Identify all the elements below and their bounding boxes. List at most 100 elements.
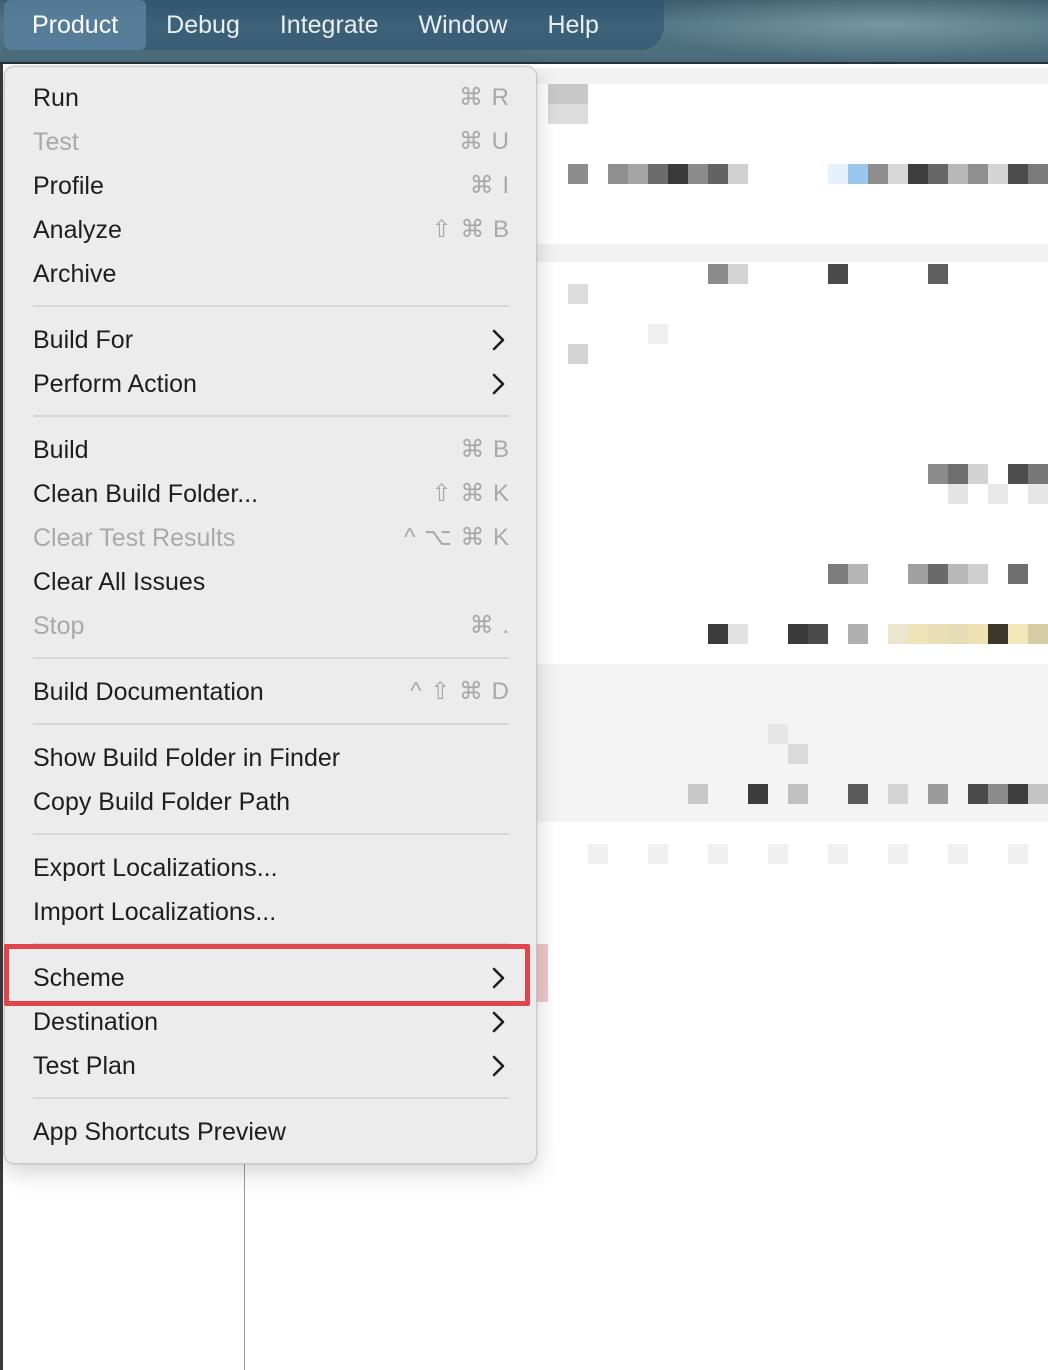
menu-bar-items: Product Debug Integrate Window Help bbox=[4, 0, 664, 50]
obscured-pixel bbox=[688, 164, 708, 184]
menu-window[interactable]: Window bbox=[399, 0, 528, 50]
obscured-pixel bbox=[568, 284, 588, 304]
pane-divider bbox=[244, 1164, 245, 1370]
menu-item-label: Clear Test Results bbox=[33, 524, 236, 552]
obscured-pixel bbox=[548, 84, 588, 104]
obscured-pixel bbox=[788, 744, 808, 764]
menu-item-label: Show Build Folder in Finder bbox=[33, 744, 341, 772]
menu-help[interactable]: Help bbox=[527, 0, 618, 50]
menu-item-import-localizations[interactable]: Import Localizations... bbox=[5, 890, 536, 934]
menu-item-analyze[interactable]: Analyze ⇧ ⌘ B bbox=[5, 208, 536, 252]
obscured-pixel bbox=[968, 164, 988, 184]
obscured-pixel bbox=[728, 624, 748, 644]
obscured-pixel bbox=[848, 624, 868, 644]
selection-bleed bbox=[536, 944, 548, 1002]
menu-item-build-for[interactable]: Build For bbox=[5, 318, 536, 362]
shortcut-label: ⌘ I bbox=[469, 172, 510, 199]
menu-separator bbox=[33, 657, 509, 659]
obscured-pixel bbox=[928, 624, 948, 644]
obscured-pixel bbox=[768, 724, 788, 744]
obscured-pixel bbox=[568, 164, 588, 184]
obscured-pixel bbox=[788, 784, 808, 804]
obscured-pixel bbox=[748, 784, 768, 804]
menu-item-clear-all-issues[interactable]: Clear All Issues bbox=[5, 560, 536, 604]
menu-item-destination[interactable]: Destination bbox=[5, 1000, 536, 1044]
menu-item-build[interactable]: Build ⌘ B bbox=[5, 428, 536, 472]
obscured-pixel bbox=[968, 784, 988, 804]
menu-item-show-build-folder[interactable]: Show Build Folder in Finder bbox=[5, 736, 536, 780]
obscured-pixel bbox=[648, 324, 668, 344]
obscured-pixel bbox=[988, 624, 1008, 644]
shortcut-label: ⌘ R bbox=[459, 84, 510, 111]
obscured-pixel bbox=[708, 624, 728, 644]
obscured-pixel bbox=[988, 164, 1008, 184]
menu-item-profile[interactable]: Profile ⌘ I bbox=[5, 164, 536, 208]
obscured-pixel bbox=[888, 164, 908, 184]
obscured-pixel bbox=[828, 844, 848, 864]
menu-separator bbox=[33, 723, 509, 725]
menu-item-copy-build-folder-path[interactable]: Copy Build Folder Path bbox=[5, 780, 536, 824]
obscured-pixel bbox=[1008, 464, 1028, 484]
menu-item-perform-action[interactable]: Perform Action bbox=[5, 362, 536, 406]
obscured-pixel bbox=[628, 164, 648, 184]
obscured-pixel bbox=[708, 844, 728, 864]
shortcut-label: ⌘ B bbox=[460, 436, 510, 463]
window-edge bbox=[0, 64, 3, 1370]
menu-item-clean-build-folder[interactable]: Clean Build Folder... ⇧ ⌘ K bbox=[5, 472, 536, 516]
menu-item-export-localizations[interactable]: Export Localizations... bbox=[5, 846, 536, 890]
obscured-pixel bbox=[988, 484, 1008, 504]
menu-item-label: Test Plan bbox=[33, 1052, 136, 1080]
menu-item-test: Test ⌘ U bbox=[5, 120, 536, 164]
obscured-pixel bbox=[948, 564, 968, 584]
obscured-pixel bbox=[828, 264, 848, 284]
chevron-right-icon bbox=[492, 1011, 505, 1033]
obscured-pixel bbox=[808, 624, 828, 644]
menu-separator bbox=[33, 833, 509, 835]
menu-integrate[interactable]: Integrate bbox=[260, 0, 399, 50]
obscured-pixel bbox=[608, 164, 628, 184]
obscured-pixel bbox=[948, 164, 968, 184]
obscured-pixel bbox=[1028, 784, 1048, 804]
menu-item-run[interactable]: Run ⌘ R bbox=[5, 76, 536, 120]
obscured-pixel bbox=[1028, 464, 1048, 484]
menu-item-test-plan[interactable]: Test Plan bbox=[5, 1044, 536, 1088]
menu-item-archive[interactable]: Archive bbox=[5, 252, 536, 296]
menu-item-label: Archive bbox=[33, 260, 117, 288]
shortcut-label: ⌘ . bbox=[469, 612, 510, 639]
wallpaper-haze bbox=[640, 0, 1048, 62]
menu-item-build-documentation[interactable]: Build Documentation ^ ⇧ ⌘ D bbox=[5, 670, 536, 714]
menu-product[interactable]: Product bbox=[4, 0, 147, 50]
obscured-pixel bbox=[968, 624, 988, 644]
scheme-highlight-box bbox=[4, 944, 530, 1006]
obscured-pixel bbox=[928, 464, 948, 484]
obscured-pixel bbox=[908, 564, 928, 584]
obscured-pixel bbox=[948, 844, 968, 864]
obscured-pixel bbox=[888, 784, 908, 804]
shortcut-label: ⌘ U bbox=[459, 128, 510, 155]
obscured-pixel bbox=[848, 784, 868, 804]
menu-bar: Product Debug Integrate Window Help bbox=[0, 0, 1048, 64]
obscured-pixel bbox=[588, 844, 608, 864]
obscured-pixel bbox=[1008, 624, 1028, 644]
obscured-pixel bbox=[948, 484, 968, 504]
obscured-pixel bbox=[928, 164, 948, 184]
obscured-pixel bbox=[828, 164, 848, 184]
obscured-pixel bbox=[708, 164, 728, 184]
obscured-pixel bbox=[648, 844, 668, 864]
menu-debug[interactable]: Debug bbox=[146, 0, 260, 50]
menu-item-app-shortcuts-preview[interactable]: App Shortcuts Preview bbox=[5, 1110, 536, 1154]
menu-item-clear-test-results: Clear Test Results ^ ⌥ ⌘ K bbox=[5, 516, 536, 560]
menu-item-label: Stop bbox=[33, 612, 85, 640]
menu-item-label: Run bbox=[33, 84, 79, 112]
obscured-band bbox=[536, 244, 1048, 262]
obscured-pixel bbox=[948, 624, 968, 644]
obscured-pixel bbox=[888, 844, 908, 864]
menu-item-stop: Stop ⌘ . bbox=[5, 604, 536, 648]
menu-item-label: Import Localizations... bbox=[33, 898, 277, 926]
obscured-pixel bbox=[568, 344, 588, 364]
menu-item-label: Clean Build Folder... bbox=[33, 480, 259, 508]
shortcut-label: ^ ⇧ ⌘ D bbox=[410, 678, 510, 705]
obscured-pixel bbox=[1008, 784, 1028, 804]
obscured-pixel bbox=[688, 784, 708, 804]
chevron-right-icon bbox=[492, 329, 505, 351]
